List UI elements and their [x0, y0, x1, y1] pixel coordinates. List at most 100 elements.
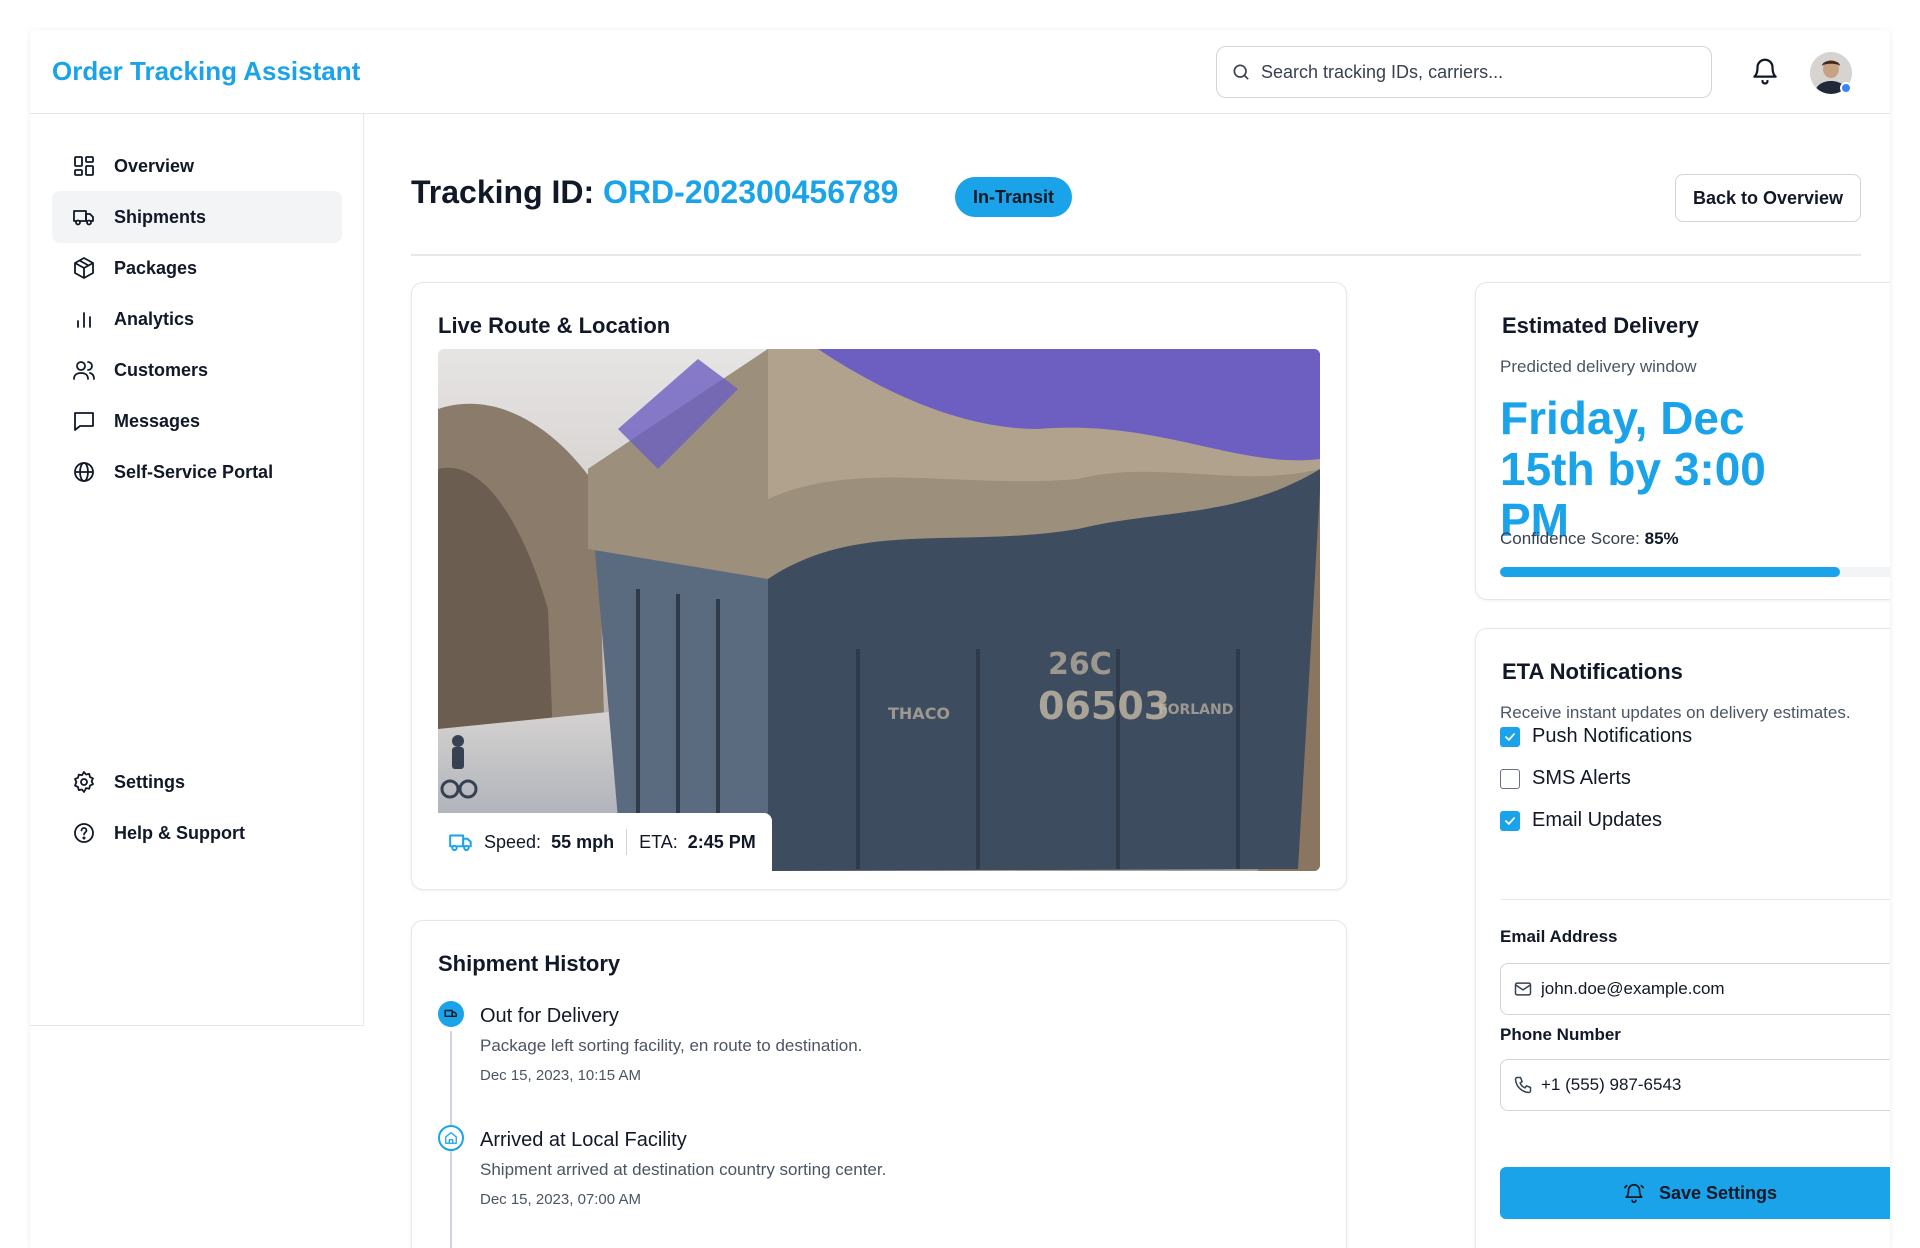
event-title: Arrived at Local Facility [480, 1129, 687, 1151]
speed-value: 55 mph [551, 831, 615, 852]
sidebar-item-customers[interactable]: Customers [52, 344, 342, 396]
gear-icon [74, 771, 94, 793]
estimated-delivery-value: Friday, Dec 15th by 3:00 PM [1500, 392, 1766, 546]
top-header: Order Tracking Assistant [30, 30, 1890, 114]
estimated-delivery-card: Estimated Delivery Predicted delivery wi… [1475, 282, 1890, 600]
checkbox-label: Email Updates [1532, 809, 1663, 831]
main-content: Tracking ID: ORD-202300456789 In-Transit… [365, 114, 1890, 1248]
save-settings-label: Save Settings [1658, 1182, 1778, 1203]
online-status-dot [1840, 82, 1852, 94]
event-description: Package left sorting facility, en route … [480, 1036, 863, 1055]
mail-icon [1514, 982, 1532, 996]
search-icon [1233, 64, 1249, 80]
bell-icon[interactable] [1750, 56, 1780, 86]
confidence-score: Confidence Score: 85% [1500, 529, 1679, 549]
svg-text:26C: 26C [1048, 647, 1112, 682]
save-settings-button[interactable]: Save Settings [1500, 1167, 1890, 1219]
phone-field[interactable] [1500, 1059, 1890, 1111]
search-input[interactable] [1261, 61, 1701, 83]
sidebar: Overview Shipments Packages Analytics Cu… [30, 114, 364, 1026]
live-route-card: Live Route & Location 06503 26C THACO FO… [411, 282, 1347, 890]
status-badge: In-Transit [955, 177, 1073, 217]
globe-icon [74, 462, 94, 482]
email-updates-checkbox[interactable] [1500, 810, 1520, 831]
email-field[interactable] [1500, 963, 1890, 1015]
help-circle-icon [74, 823, 94, 843]
timeline-dot [438, 1001, 464, 1027]
sidebar-item-packages[interactable]: Packages [52, 242, 342, 294]
event-time: Dec 15, 2023, 07:00 AM [480, 1191, 641, 1208]
email-label: Email Address [1500, 927, 1618, 946]
truck-icon [73, 210, 94, 226]
section-divider [1500, 899, 1890, 900]
card-title: Shipment History [438, 951, 621, 976]
page-title-prefix: Tracking ID: [411, 174, 604, 210]
timeline-dot [438, 1125, 464, 1151]
event-title: Out for Delivery [480, 1005, 619, 1027]
truck-icon [449, 834, 472, 852]
checkbox-label: SMS Alerts [1532, 767, 1631, 789]
sidebar-item-messages[interactable]: Messages [52, 395, 342, 447]
phone-icon [1514, 1076, 1532, 1094]
card-subtitle: Receive instant updates on delivery esti… [1500, 703, 1851, 722]
phone-label: Phone Number [1500, 1025, 1621, 1044]
app-window: Order Tracking Assistant Overview Shipme… [30, 30, 1890, 1248]
package-icon [74, 257, 94, 279]
push-notifications-option[interactable]: Push Notifications [1500, 725, 1692, 748]
card-title: ETA Notifications [1502, 659, 1683, 684]
eta-notifications-card: ETA Notifications Receive instant update… [1475, 628, 1890, 1248]
sidebar-item-self-service-portal[interactable]: Self-Service Portal [52, 446, 342, 498]
card-subtitle: Predicted delivery window [1500, 357, 1697, 376]
svg-text:06503: 06503 [1038, 684, 1170, 728]
sidebar-item-label: Packages [114, 257, 198, 278]
truck-icon [444, 1009, 457, 1018]
sidebar-item-label: Settings [114, 771, 186, 792]
sidebar-item-label: Analytics [114, 308, 195, 329]
search-bar[interactable] [1216, 46, 1712, 98]
shipment-history-card: Shipment History Out for Delivery Packag… [411, 920, 1347, 1248]
checkbox-label: Push Notifications [1532, 725, 1693, 747]
bar-chart-icon [77, 312, 91, 328]
phone-input[interactable] [1541, 1075, 1890, 1095]
sidebar-item-label: Messages [114, 410, 201, 431]
sms-alerts-option[interactable]: SMS Alerts [1500, 767, 1631, 790]
page-title: Tracking ID: ORD-202300456789 [411, 174, 898, 211]
tracking-id: ORD-202300456789 [603, 174, 899, 210]
speed-eta-overlay: Speed: 55 mph ETA: 2:45 PM [438, 813, 772, 871]
back-to-overview-button[interactable]: Back to Overview [1675, 174, 1861, 222]
sidebar-item-overview[interactable]: Overview [52, 140, 342, 192]
email-updates-option[interactable]: Email Updates [1500, 809, 1662, 832]
sidebar-item-label: Self-Service Portal [114, 461, 274, 482]
sidebar-item-label: Shipments [114, 206, 207, 227]
message-icon [74, 412, 94, 431]
bell-ring-icon [1623, 1184, 1644, 1203]
email-input[interactable] [1541, 979, 1890, 999]
grid-icon [74, 156, 94, 176]
building-icon [445, 1132, 457, 1144]
overlay-divider [626, 829, 628, 855]
event-description: Shipment arrived at destination country … [480, 1160, 887, 1179]
sidebar-item-label: Customers [114, 359, 209, 380]
sidebar-item-settings[interactable]: Settings [52, 756, 342, 808]
push-notifications-checkbox[interactable] [1500, 726, 1520, 747]
sidebar-item-label: Help & Support [114, 822, 245, 843]
speed-label: Speed: [484, 831, 542, 852]
card-title: Estimated Delivery [1502, 313, 1699, 338]
confidence-progress-fill [1500, 567, 1840, 577]
confidence-progress-bar [1500, 567, 1890, 577]
sidebar-item-shipments[interactable]: Shipments [52, 191, 342, 243]
sidebar-item-label: Overview [114, 155, 195, 176]
route-photo: 06503 26C THACO FORLAND [438, 349, 1320, 871]
eta-value: 2:45 PM [687, 831, 756, 852]
confidence-value: 85% [1644, 529, 1679, 548]
header-divider [411, 254, 1861, 256]
sidebar-item-analytics[interactable]: Analytics [52, 293, 342, 345]
app-title: Order Tracking Assistant [52, 56, 361, 86]
sidebar-item-help-support[interactable]: Help & Support [52, 807, 342, 859]
sms-alerts-checkbox[interactable] [1500, 768, 1520, 789]
users-icon [73, 361, 95, 380]
svg-text:THACO: THACO [888, 704, 950, 723]
card-title: Live Route & Location [438, 313, 671, 338]
confidence-label: Confidence Score: [1500, 529, 1640, 548]
eta-label: ETA: [639, 831, 678, 852]
